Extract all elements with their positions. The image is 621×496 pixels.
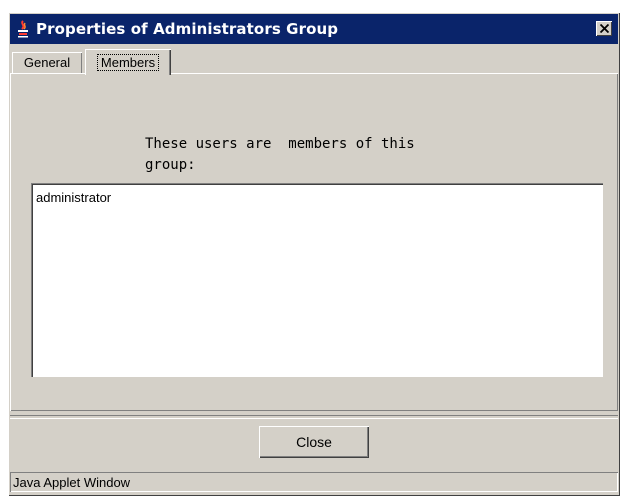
properties-dialog: Properties of Administrators Group Gener… [8, 12, 620, 496]
tab-members[interactable]: Members [85, 49, 171, 75]
members-list[interactable]: administrator [31, 183, 603, 377]
tab-general[interactable]: General [12, 52, 82, 73]
window-close-button[interactable] [596, 21, 612, 36]
status-text: Java Applet Window [13, 474, 131, 490]
list-item[interactable]: administrator [36, 190, 111, 205]
java-cup-icon [16, 20, 30, 38]
separator [10, 415, 618, 419]
tab-members-label: Members [96, 53, 160, 71]
members-description: These users are members of this group: [145, 136, 415, 173]
tab-general-label: General [23, 55, 71, 70]
close-button[interactable]: Close [259, 426, 369, 458]
title-bar[interactable]: Properties of Administrators Group [10, 14, 618, 44]
close-x-icon [599, 24, 609, 33]
close-button-label: Close [296, 434, 332, 450]
window-title: Properties of Administrators Group [36, 20, 339, 38]
status-bar: Java Applet Window [10, 472, 618, 492]
